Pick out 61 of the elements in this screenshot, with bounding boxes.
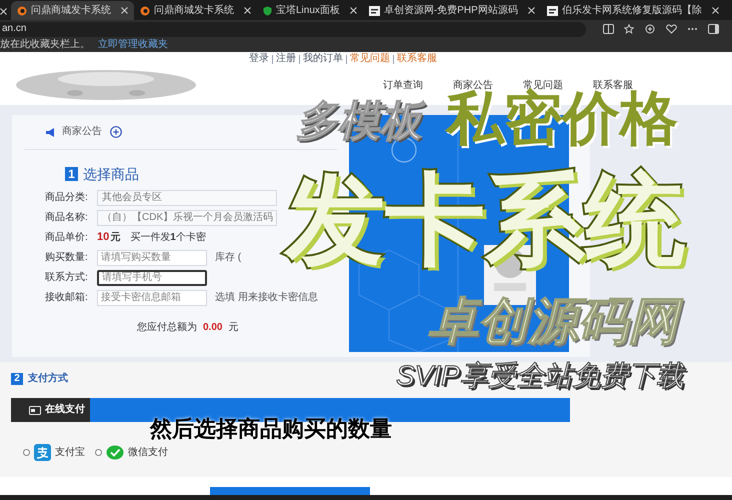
plus-circle-icon (110, 126, 122, 138)
speaker-icon (46, 128, 54, 136)
close-tab-icon[interactable] (121, 7, 128, 14)
total-label: 您应付总额为 (137, 320, 197, 335)
notice-label: 商家公告 (62, 127, 102, 137)
browser-logo-icon (140, 6, 150, 16)
section-title: 支付方式 (28, 374, 68, 384)
add-icon (645, 24, 656, 34)
manage-favorites-link[interactable]: 立即管理收藏夹 (98, 40, 168, 50)
nav-link[interactable]: 订单查询 (383, 80, 423, 90)
section-title: 选择商品 (83, 167, 139, 181)
field-hint: 库存 ( (215, 252, 242, 262)
sidebar-icon (708, 24, 719, 34)
top-link[interactable]: 登录 (249, 54, 269, 64)
close-tab-icon[interactable] (244, 7, 251, 14)
favorites-icon (624, 24, 635, 34)
close-tab-icon[interactable] (350, 7, 357, 14)
field-label: 商品名称: (45, 212, 89, 222)
radio-button[interactable] (95, 449, 102, 456)
select-field[interactable]: 其他会员专区 (97, 190, 277, 206)
split-screen-icon (603, 24, 614, 34)
input-field[interactable]: 请填写手机号 (97, 270, 207, 286)
nav-link[interactable]: 联系客服 (593, 80, 633, 90)
field-label: 购买数量: (45, 252, 89, 262)
video-caption: SVIP享受全站免费下载 (396, 362, 687, 393)
close-tab-icon[interactable] (0, 8, 7, 14)
top-link[interactable]: 联系客服 (397, 54, 437, 64)
total-amount: 0.00 (203, 321, 222, 335)
price-unit: 元 (110, 232, 120, 242)
address-field[interactable]: an.cn (0, 22, 586, 36)
field-label: 商品分类: (45, 192, 89, 202)
top-link[interactable]: 常见问题 (350, 54, 390, 64)
field-label: 商品单价: (45, 232, 89, 242)
browser-tab[interactable]: 问鼎商城发卡系统 (11, 1, 134, 20)
total-unit: 元 (228, 321, 238, 335)
close-tab-icon[interactable] (528, 7, 535, 14)
site-logo-icon (368, 6, 380, 16)
card-icon (29, 406, 41, 414)
check-bubble-icon (106, 444, 124, 460)
field-hint: 选填 用来接收卡密信息 (215, 292, 318, 302)
radio-button[interactable] (23, 449, 30, 456)
favorites-hint: 放在此收藏夹栏上。 (0, 40, 90, 50)
close-tab-icon[interactable] (712, 7, 719, 14)
browser-logo-icon (17, 6, 27, 16)
shield-icon (263, 6, 272, 16)
video-caption: 然后选择商品购买的数量 (150, 418, 392, 440)
payment-method-label: 支付宝 (55, 448, 85, 458)
price-value: 10 (97, 232, 110, 243)
top-link[interactable]: 注册 (276, 54, 296, 64)
site-logo-icon (546, 6, 558, 16)
price-note: 买一件发1个卡密 (130, 232, 206, 242)
field-label: 联系方式: (45, 272, 89, 282)
online-payment-tab[interactable]: 在线支付 (11, 398, 90, 422)
heart-icon (666, 24, 677, 34)
top-link[interactable]: 我的订单 (303, 54, 343, 64)
select-field[interactable]: （自）【CDK】乐视一个月会员激活码 (97, 210, 277, 226)
alipay-logo-icon (34, 444, 51, 461)
step-number: 1 (65, 167, 78, 181)
step-number: 2 (11, 373, 23, 385)
field-label: 接收邮箱: (45, 292, 89, 302)
payment-method-label: 微信支付 (128, 448, 168, 458)
